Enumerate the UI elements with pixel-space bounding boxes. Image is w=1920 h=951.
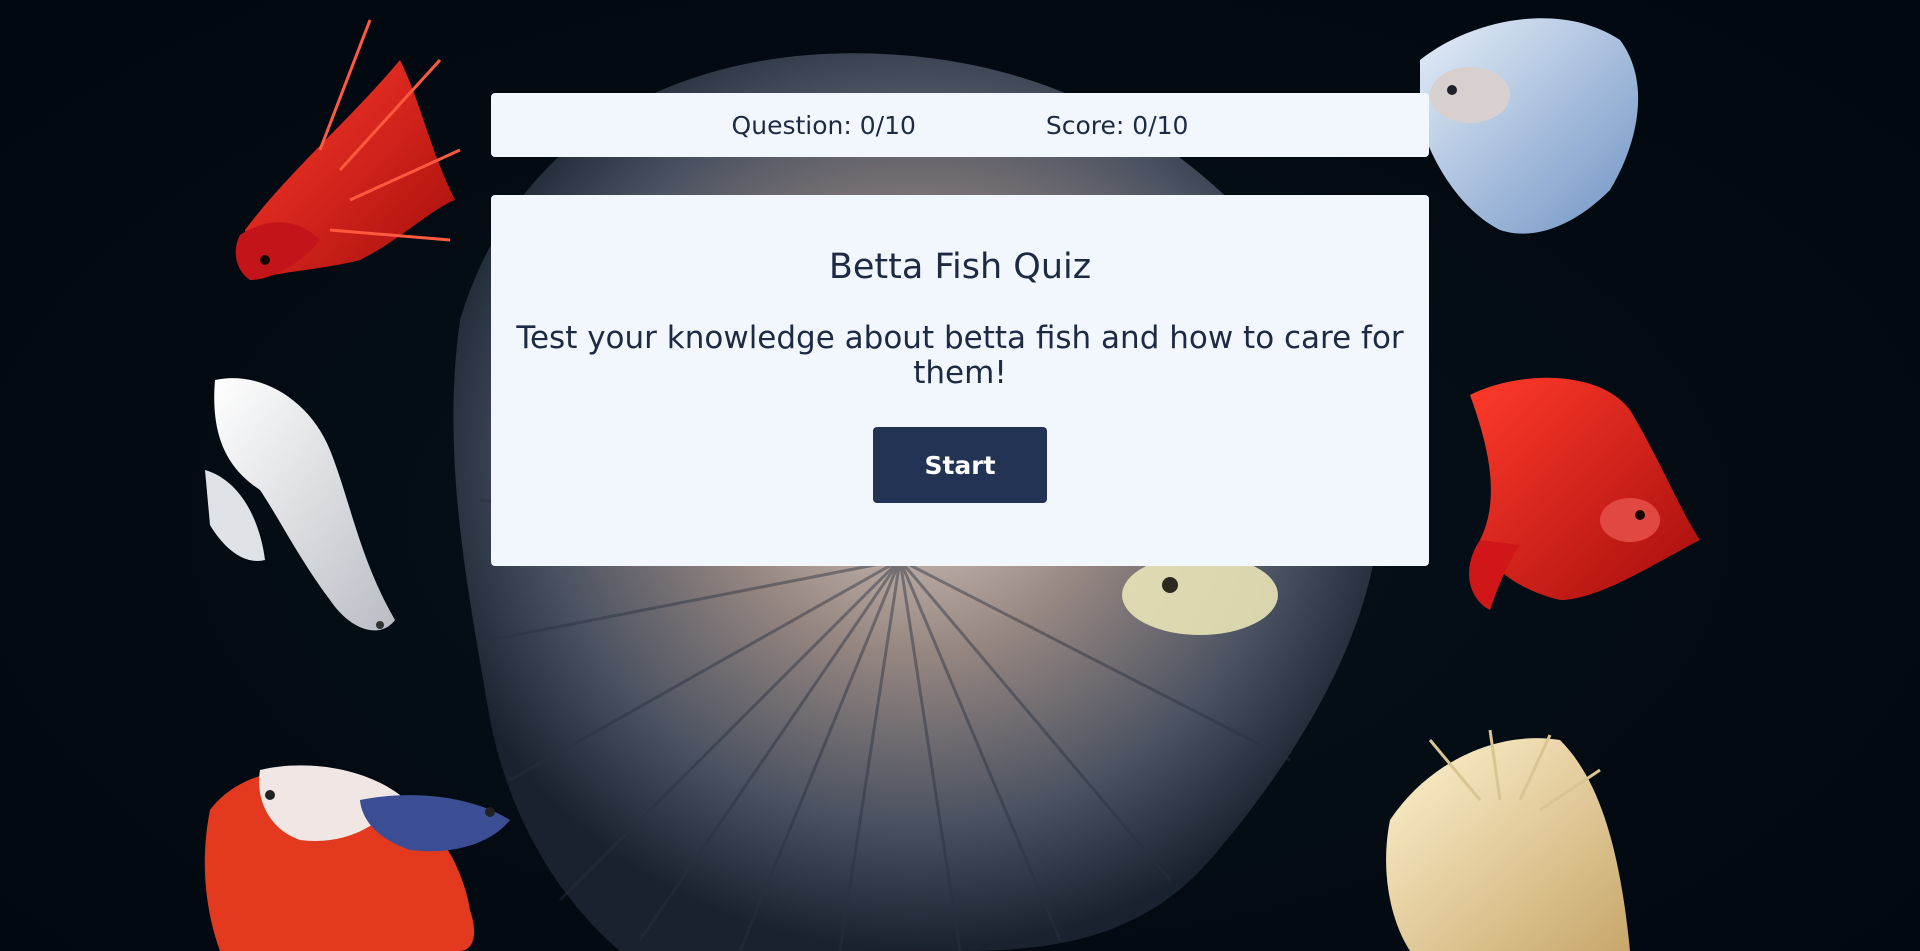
quiz-page: Question: 0/10 Score: 0/10 Betta Fish Qu… xyxy=(0,0,1920,951)
score-counter-label: Score: xyxy=(1045,110,1125,140)
quiz-stats-bar: Question: 0/10 Score: 0/10 xyxy=(491,93,1429,157)
quiz-description: Test your knowledge about betta fish and… xyxy=(516,320,1404,391)
score-counter: Score: 0/10 xyxy=(1046,111,1189,140)
gold-fish-bottom-right xyxy=(1386,729,1630,951)
start-button[interactable]: Start xyxy=(873,427,1047,503)
quiz-title: Betta Fish Quiz xyxy=(828,247,1092,287)
score-counter-value: 0/10 xyxy=(1132,110,1189,140)
white-fish-left xyxy=(205,378,395,631)
question-counter-value: 0/10 xyxy=(859,110,916,140)
red-fish-right xyxy=(1469,377,1700,610)
quiz-intro-card: Betta Fish Quiz Test your knowledge abou… xyxy=(491,195,1429,566)
blue-fish-top-right xyxy=(1420,18,1639,234)
question-counter: Question: 0/10 xyxy=(732,111,916,140)
red-white-fish-bottom-left xyxy=(204,765,510,951)
red-fish-top-left xyxy=(235,19,461,280)
question-counter-label: Question: xyxy=(731,110,852,140)
